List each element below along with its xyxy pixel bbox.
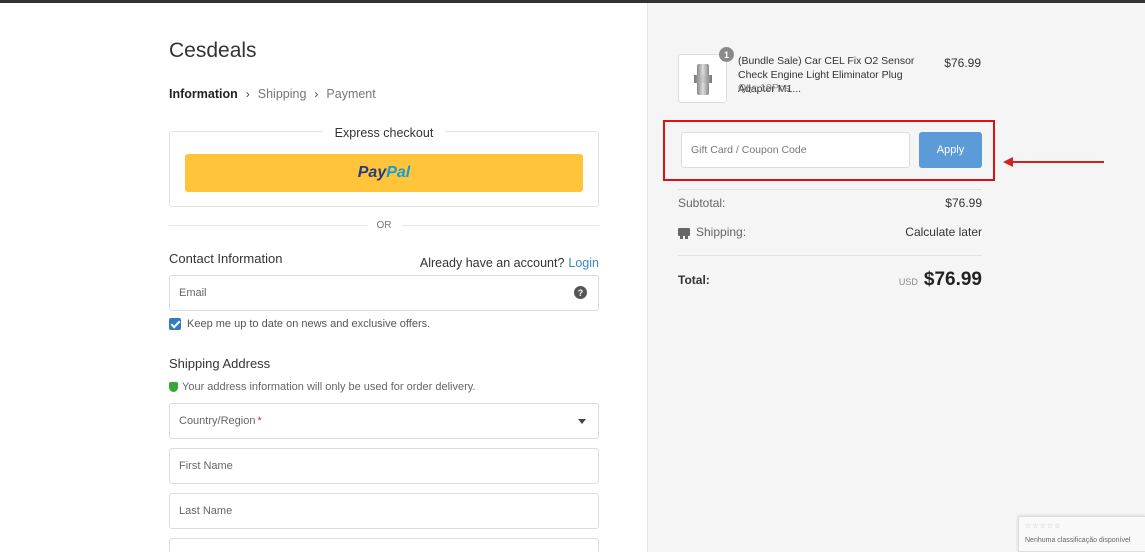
shipping-label: Shipping: [696,225,747,239]
divider [678,255,982,256]
total-row: Total: USD $76.99 [678,269,982,291]
coupon-input[interactable]: Gift Card / Coupon Code [681,132,910,168]
shipping-address-title: Shipping Address [169,356,271,371]
newsletter-checkbox-row[interactable]: Keep me up to date on news and exclusive… [169,318,430,330]
help-icon[interactable]: ? [574,286,587,299]
total-label: Total: [678,273,710,287]
shipping-note-text: Your address information will only be us… [182,381,476,393]
express-checkout-box: Express checkout Pay Pal [169,126,599,207]
subtotal-value: $76.99 [945,196,982,210]
shield-icon [169,382,178,392]
newsletter-label: Keep me up to date on news and exclusive… [187,318,431,330]
breadcrumb-shipping[interactable]: Shipping [258,87,307,101]
rating-stars-icon: ☆☆☆☆☆ [1025,523,1062,530]
login-link[interactable]: Login [568,256,599,270]
apply-button[interactable]: Apply [919,132,982,168]
last-name-field[interactable]: Last Name [169,493,599,529]
product-image [694,64,712,95]
shipping-value: Calculate later [905,225,982,239]
coupon-placeholder: Gift Card / Coupon Code [691,144,807,156]
order-summary-panel: 1 (Bundle Sale) Car CEL Fix O2 Sensor Ch… [647,3,1145,552]
divider [678,189,982,190]
express-checkout-label: Express checkout [322,126,446,140]
last-name-placeholder: Last Name [179,505,233,517]
recaptcha-text: Nenhuma classificação disponível [1025,537,1131,544]
truck-icon [678,228,690,239]
subtotal-label: Subtotal: [678,196,726,210]
recaptcha-badge[interactable]: ☆☆☆☆☆ Nenhuma classificação disponível [1018,516,1145,552]
country-placeholder: Country/Region [179,415,256,427]
breadcrumb-information[interactable]: Information [169,87,238,101]
required-mark: * [257,415,262,427]
shipping-label-wrap: Shipping: [678,225,746,239]
subtotal-row: Subtotal: $76.99 [678,196,982,210]
paypal-button[interactable]: Pay Pal [185,154,583,192]
chevron-right-icon: › [314,87,319,101]
email-field[interactable]: Email ? [169,275,599,311]
shipping-row: Shipping: Calculate later [678,225,982,239]
product-qty: Qty: 10Pcs [738,82,790,94]
account-prompt: Already have an account? Login [420,256,599,270]
address-field-partial[interactable] [169,538,599,552]
checkout-form-panel: Cesdeals Information › Shipping › Paymen… [0,3,647,552]
total-amount: $76.99 [923,269,982,290]
checkbox-icon[interactable] [169,318,181,330]
shipping-note: Your address information will only be us… [169,381,475,393]
breadcrumb-payment[interactable]: Payment [326,87,375,101]
product-thumbnail [678,54,727,103]
breadcrumb: Information › Shipping › Payment [169,87,376,101]
quantity-badge: 1 [719,47,734,62]
red-arrow-line [1010,161,1104,163]
account-prompt-text: Already have an account? [419,256,565,270]
contact-title: Contact Information [169,251,283,266]
chevron-right-icon: › [245,87,250,101]
dropdown-arrow-icon [578,419,586,424]
first-name-placeholder: First Name [179,460,233,472]
product-price: $76.99 [944,56,981,70]
or-divider: OR [169,220,599,231]
email-placeholder: Email [179,287,207,299]
total-currency: USD [898,277,918,287]
or-label: OR [376,220,392,231]
store-name: Cesdeals [169,39,257,62]
paypal-logo-pal: Pal [386,164,411,181]
first-name-field[interactable]: First Name [169,448,599,484]
country-select[interactable]: Country/Region * [169,403,599,439]
total-value-wrap: USD $76.99 [899,269,982,291]
paypal-logo-pay: Pay [357,164,387,181]
